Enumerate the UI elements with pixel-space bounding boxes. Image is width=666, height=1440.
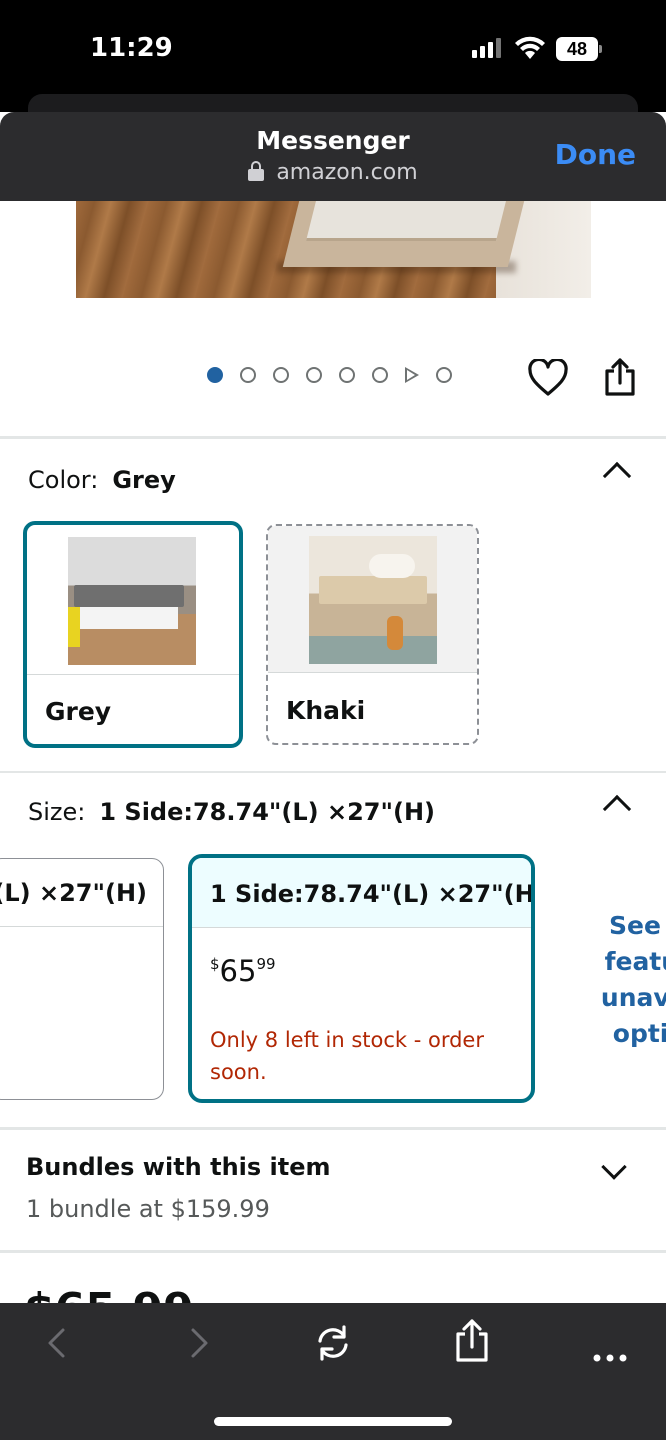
carousel-dot[interactable] <box>207 367 223 383</box>
share-sheet-icon[interactable] <box>452 1317 492 1363</box>
lock-icon <box>248 161 265 181</box>
battery-icon: 48 <box>556 37 602 61</box>
status-time: 11:29 <box>90 33 173 63</box>
collapse-color-chevron-icon[interactable] <box>602 461 632 491</box>
bundles-title[interactable]: Bundles with this item <box>26 1153 331 1181</box>
size-option-label: 1 Side:78.74"(L) ×27"(H) <box>210 880 535 908</box>
collapse-size-chevron-icon[interactable] <box>602 794 632 824</box>
size-selected-value: 1 Side:78.74"(L) ×27"(H) <box>99 798 436 826</box>
product-image[interactable] <box>76 201 591 298</box>
carousel-dot[interactable] <box>240 367 256 383</box>
size-label: Size: 1 Side:78.74"(L) ×27"(H) <box>28 798 436 826</box>
color-option-khaki[interactable]: Khaki <box>266 524 479 745</box>
domain-text: amazon.com <box>276 160 418 185</box>
khaki-thumbnail <box>309 536 437 664</box>
see-unavailable-options-link[interactable]: See 1 featur unavai optic <box>578 908 666 1052</box>
divider <box>0 1127 666 1130</box>
heart-icon[interactable] <box>528 359 568 397</box>
more-options-icon[interactable] <box>590 1323 630 1363</box>
color-label: Color: Grey <box>28 466 176 494</box>
divider <box>0 1250 666 1253</box>
wifi-icon <box>515 36 545 59</box>
forward-arrow-icon[interactable] <box>178 1323 218 1363</box>
color-option-grey[interactable]: Grey <box>23 521 243 748</box>
done-button[interactable]: Done <box>555 138 636 171</box>
bundles-subtitle: 1 bundle at $159.99 <box>26 1195 270 1223</box>
divider <box>0 436 666 439</box>
video-play-icon[interactable] <box>405 367 419 383</box>
expand-bundles-chevron-icon[interactable] <box>601 1154 627 1180</box>
size-option-price: $6599 <box>210 954 276 988</box>
cellular-signal-icon <box>472 38 501 58</box>
size-option-label: "(L) ×27"(H) <box>0 879 147 907</box>
image-carousel-dots <box>207 367 452 383</box>
battery-level: 48 <box>556 37 598 61</box>
carousel-dot[interactable] <box>372 367 388 383</box>
grey-thumbnail <box>68 537 196 665</box>
back-arrow-icon[interactable] <box>38 1323 78 1363</box>
color-option-label: Grey <box>45 697 112 726</box>
carousel-dot[interactable] <box>339 367 355 383</box>
carousel-dot[interactable] <box>273 367 289 383</box>
divider <box>0 771 666 773</box>
size-option-selected[interactable]: 1 Side:78.74"(L) ×27"(H) $6599 Only 8 le… <box>188 854 535 1103</box>
carousel-dot[interactable] <box>436 367 452 383</box>
stock-warning: Only 8 left in stock - order soon. <box>210 1028 484 1084</box>
reload-icon[interactable] <box>313 1323 353 1363</box>
carousel-dot[interactable] <box>306 367 322 383</box>
in-app-browser-header: Messenger amazon.com Done <box>0 112 666 201</box>
home-indicator[interactable] <box>214 1417 452 1426</box>
size-option-previous[interactable]: "(L) ×27"(H) <box>0 858 164 1100</box>
color-selected-value: Grey <box>112 466 176 494</box>
share-icon[interactable] <box>603 357 637 397</box>
color-option-label: Khaki <box>286 696 366 725</box>
